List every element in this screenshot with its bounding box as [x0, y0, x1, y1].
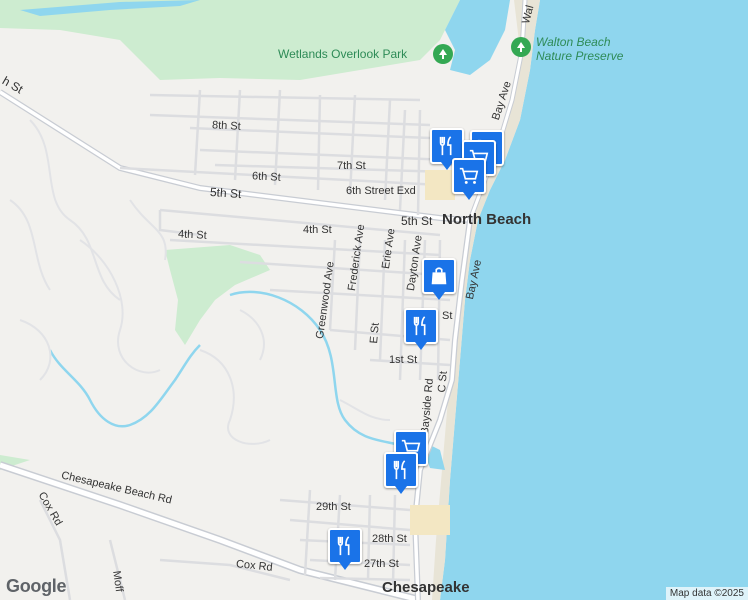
- street-28th-label: 28th St: [372, 533, 407, 545]
- shopping-marker[interactable]: [452, 158, 486, 200]
- e-st-label: E St: [368, 322, 382, 345]
- street-4th-east-label: 4th St: [303, 224, 332, 236]
- chesapeake-label[interactable]: Chesapeake: [382, 579, 470, 596]
- street-4th-west-label: 4th St: [177, 228, 208, 242]
- street-5th-east-label: 5th St: [401, 214, 433, 228]
- park-tree-icon[interactable]: [511, 37, 531, 57]
- park-tree-icon[interactable]: [433, 44, 453, 64]
- street-5th-west-label: 5th St: [209, 184, 242, 202]
- street-7th-label: 7th St: [337, 160, 366, 172]
- street-6th-exd-label: 6th Street Exd: [346, 185, 416, 197]
- shopping-cart-icon: [459, 167, 479, 184]
- walton-label-line2: Nature Preserve: [536, 49, 624, 63]
- store-marker[interactable]: [422, 258, 456, 300]
- map-canvas[interactable]: Wetlands Overlook Park Walton Beach Natu…: [0, 0, 748, 600]
- north-beach-label[interactable]: North Beach: [442, 211, 531, 228]
- restaurant-marker[interactable]: [404, 308, 438, 350]
- map-attribution[interactable]: Map data ©2025: [665, 587, 748, 600]
- street-27th-label: 27th St: [364, 558, 399, 570]
- street-partial-label: St: [442, 310, 453, 322]
- street-8th-label: 8th St: [211, 119, 242, 133]
- fork-knife-icon: [413, 316, 426, 336]
- fork-knife-icon: [337, 536, 350, 556]
- walton-label-line1: Walton Beach: [536, 35, 611, 49]
- street-29th-label: 29th St: [316, 501, 351, 513]
- shopping-bag-icon: [431, 267, 447, 285]
- restaurant-marker[interactable]: [384, 452, 418, 494]
- walton-beach-nature-preserve-label[interactable]: Walton Beach Nature Preserve: [536, 35, 623, 63]
- fork-knife-icon: [393, 460, 406, 480]
- map-base: [0, 0, 748, 600]
- street-6th-label: 6th St: [251, 170, 282, 184]
- restaurant-marker[interactable]: [328, 528, 362, 570]
- wetlands-overlook-park-label[interactable]: Wetlands Overlook Park: [278, 47, 407, 61]
- c-st-label: C St: [436, 370, 450, 394]
- fork-knife-icon: [439, 136, 452, 156]
- google-logo: Google: [6, 576, 67, 596]
- street-1st-label: 1st St: [389, 354, 418, 366]
